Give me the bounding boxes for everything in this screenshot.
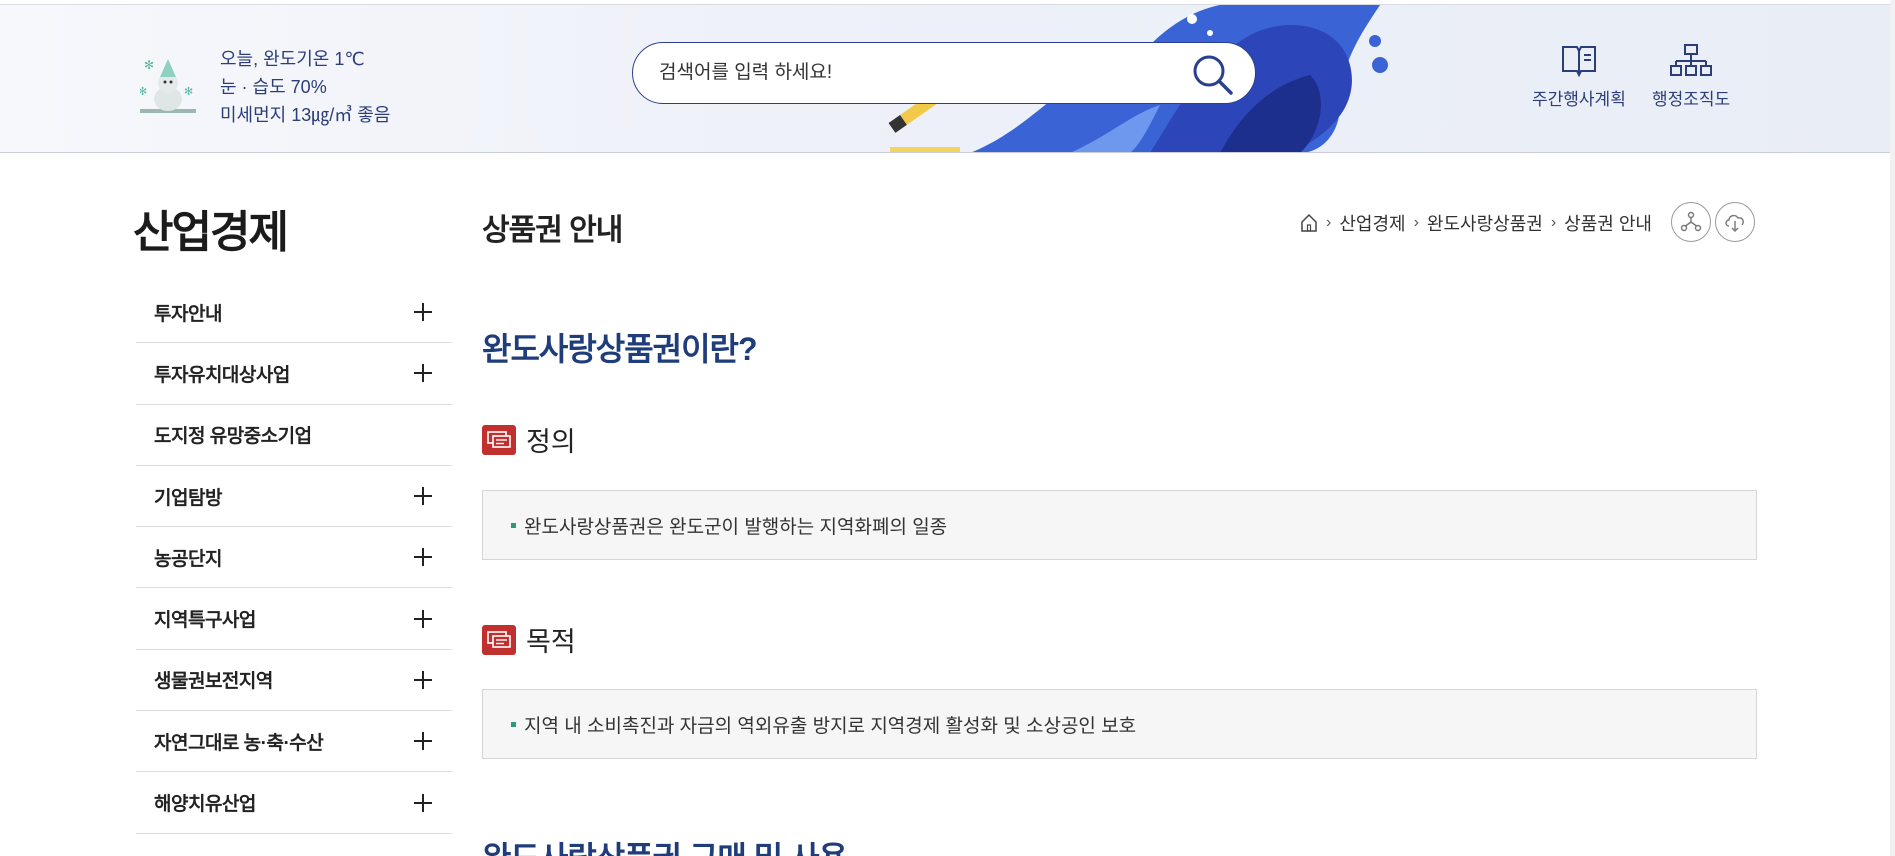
home-icon[interactable] bbox=[1300, 213, 1318, 233]
site-header: ✻ ✻ ✻ 오늘, 완도기온 1℃ 눈 · 습도 70% 미세먼지 13㎍/㎥ … bbox=[0, 5, 1890, 153]
sidebar-item-label: 해양치유산업 bbox=[154, 794, 256, 816]
sidebar-item-label: 생물권보전지역 bbox=[154, 671, 273, 693]
sidebar-item-agro-industrial[interactable]: 농공단지 bbox=[136, 527, 452, 589]
svg-text:✻: ✻ bbox=[184, 86, 193, 98]
sidebar-menu: 투자안내 투자유치대상사업 도지정 유망중소기업 기업탐방 농공단지 지역특구사… bbox=[136, 282, 452, 834]
section-heading: 완도사랑상품권이란? bbox=[482, 331, 758, 367]
share-icon bbox=[1680, 211, 1702, 232]
sidebar-title: 산업경제 bbox=[133, 208, 289, 257]
plus-icon[interactable] bbox=[414, 732, 432, 751]
purpose-box: 지역 내 소비촉진과 자금의 역외유출 방지로 지역경제 활성화 및 소상공인 … bbox=[482, 689, 1757, 759]
sidebar-item-label: 투자유치대상사업 bbox=[154, 364, 290, 386]
chevron-right-icon: › bbox=[1326, 214, 1332, 231]
plus-icon[interactable] bbox=[414, 364, 432, 383]
breadcrumb-item[interactable]: 산업경제 bbox=[1339, 210, 1405, 236]
org-chart-label: 행정조직도 bbox=[1652, 90, 1731, 109]
book-icon bbox=[1561, 46, 1596, 78]
section-heading: 완도사랑상품권 구매 및 사용 bbox=[482, 833, 848, 856]
snowman-weather-icon: ✻ ✻ ✻ bbox=[140, 58, 196, 113]
breadcrumb-item[interactable]: 완도사랑상품권 bbox=[1427, 210, 1543, 236]
plus-icon[interactable] bbox=[414, 670, 432, 689]
weekly-schedule-label: 주간행사계획 bbox=[1532, 90, 1626, 109]
sidebar-item-label: 지역특구사업 bbox=[154, 610, 256, 632]
sidebar-item-promising-sme[interactable]: 도지정 유망중소기업 bbox=[136, 405, 452, 466]
breadcrumb: › 산업경제 › 완도사랑상품권 › 상품권 안내 bbox=[1300, 210, 1652, 236]
sidebar-item-label: 투자안내 bbox=[154, 303, 222, 325]
page-title: 상품권 안내 bbox=[482, 214, 623, 247]
subsection-definition: 정의 bbox=[482, 420, 576, 459]
sidebar-item-special-zone[interactable]: 지역특구사업 bbox=[136, 588, 452, 650]
download-button[interactable] bbox=[1715, 202, 1755, 242]
weather-temperature: 오늘, 완도기온 1℃ bbox=[220, 49, 365, 69]
bullet-icon bbox=[511, 522, 516, 528]
subsection-title: 정의 bbox=[526, 427, 576, 457]
chevron-right-icon: › bbox=[1413, 214, 1419, 231]
plus-icon[interactable] bbox=[414, 548, 432, 567]
bullet-icon bbox=[511, 721, 516, 727]
svg-text:✻: ✻ bbox=[144, 58, 154, 72]
search-bar bbox=[632, 42, 1256, 104]
chevron-right-icon: › bbox=[1550, 214, 1557, 231]
sidebar-item-label: 농공단지 bbox=[154, 548, 222, 570]
definition-text: 완도사랑상품권은 완도군이 발행하는 지역화폐의 일종 bbox=[524, 516, 948, 538]
plus-icon[interactable] bbox=[414, 487, 432, 506]
sidebar-item-biosphere[interactable]: 생물권보전지역 bbox=[136, 650, 452, 712]
plus-icon[interactable] bbox=[414, 303, 432, 322]
weather-fine-dust: 미세먼지 13㎍/㎥ 좋음 bbox=[220, 105, 391, 125]
plus-icon[interactable] bbox=[414, 793, 432, 812]
share-button[interactable] bbox=[1671, 202, 1711, 242]
scrollbar[interactable] bbox=[1890, 0, 1895, 856]
org-chart-icon bbox=[1670, 44, 1713, 76]
speech-bubble-icon bbox=[482, 624, 516, 655]
weather-humidity: 눈 · 습도 70% bbox=[220, 77, 327, 97]
sidebar-item-label: 도지정 유망중소기업 bbox=[154, 426, 312, 448]
cloud-download-icon bbox=[1725, 214, 1744, 232]
weekly-schedule-link[interactable]: 주간행사계획 bbox=[1532, 43, 1626, 110]
plus-icon[interactable] bbox=[414, 609, 432, 628]
definition-box: 완도사랑상품권은 완도군이 발행하는 지역화폐의 일종 bbox=[482, 490, 1757, 560]
sidebar-item-natural-agri[interactable]: 자연그대로 농·축·수산 bbox=[136, 711, 452, 773]
weather-info: 오늘, 완도기온 1℃ 눈 · 습도 70% 미세먼지 13㎍/㎥ 좋음 bbox=[220, 45, 390, 129]
breadcrumb-item[interactable]: 상품권 안내 bbox=[1564, 210, 1652, 236]
svg-text:✻: ✻ bbox=[140, 86, 147, 98]
purpose-text: 지역 내 소비촉진과 자금의 역외유출 방지로 지역경제 활성화 및 소상공인 … bbox=[524, 715, 1137, 737]
subsection-purpose: 목적 bbox=[482, 620, 576, 659]
speech-bubble-icon bbox=[482, 424, 516, 455]
search-input[interactable] bbox=[659, 57, 1159, 89]
sidebar-item-investment-guide[interactable]: 투자안내 bbox=[136, 282, 452, 344]
sidebar-item-company-visit[interactable]: 기업탐방 bbox=[136, 466, 452, 528]
org-chart-link[interactable]: 행정조직도 bbox=[1652, 43, 1730, 110]
sidebar-item-marine-healing[interactable]: 해양치유산업 bbox=[136, 772, 452, 834]
subsection-title: 목적 bbox=[526, 627, 576, 657]
search-icon[interactable] bbox=[1191, 53, 1235, 95]
sidebar-item-investment-projects[interactable]: 투자유치대상사업 bbox=[136, 343, 452, 405]
sidebar-item-label: 자연그대로 농·축·수산 bbox=[154, 732, 324, 754]
sidebar-item-label: 기업탐방 bbox=[154, 487, 222, 509]
